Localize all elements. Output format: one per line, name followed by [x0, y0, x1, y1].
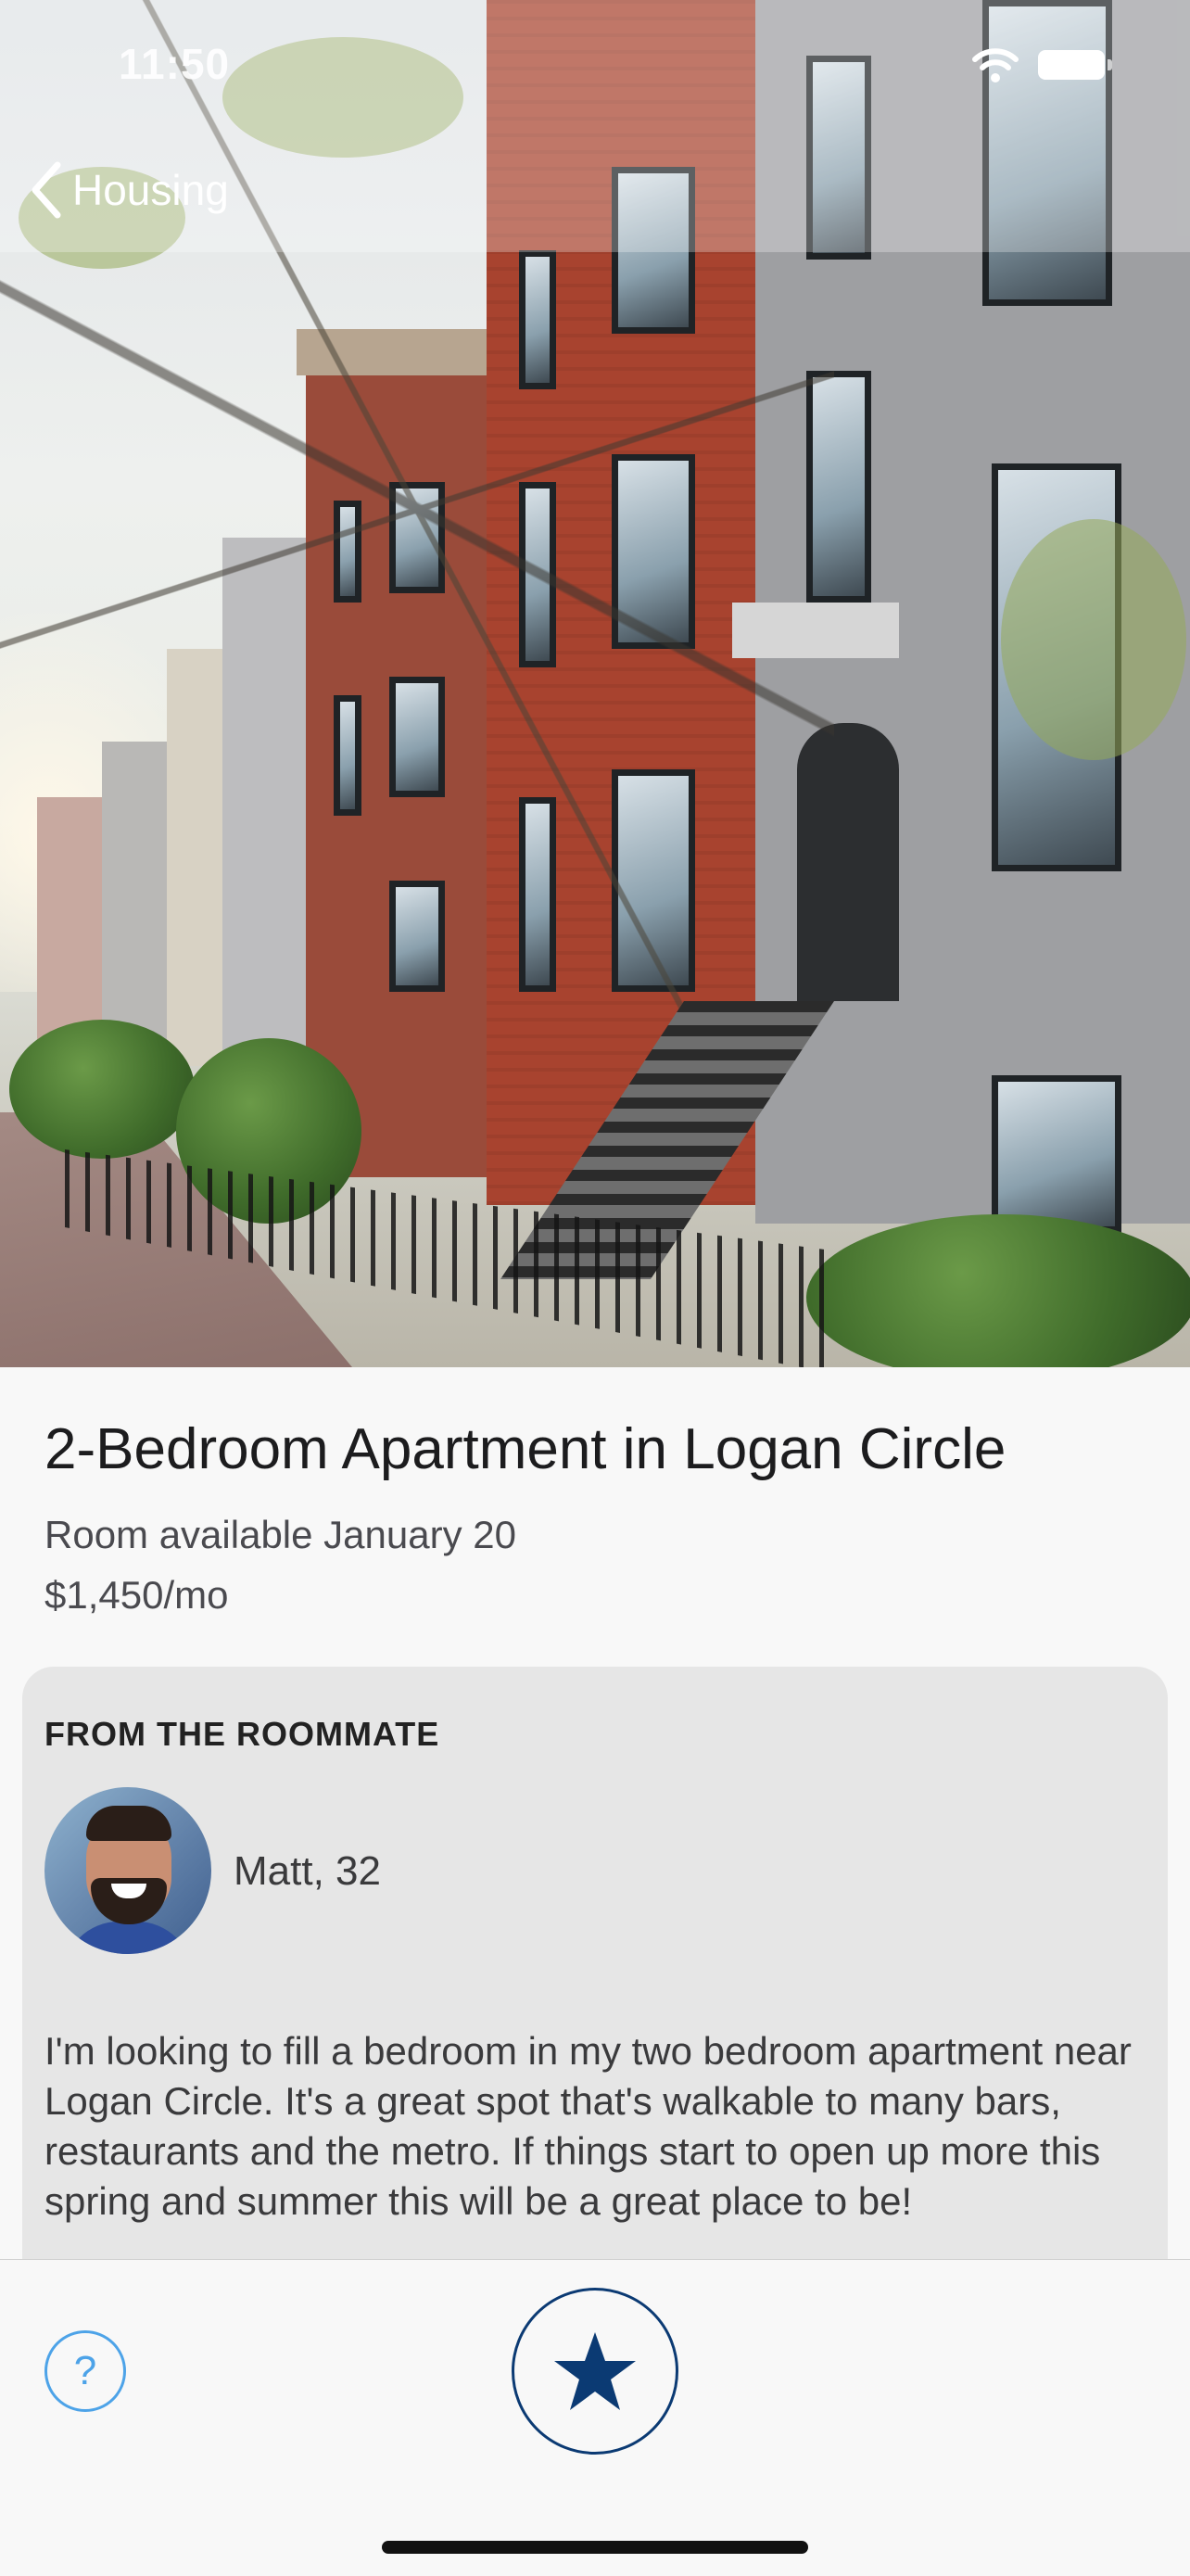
window: [992, 1075, 1121, 1233]
shrub: [9, 1020, 195, 1159]
listing-price: $1,450/mo: [44, 1573, 229, 1617]
shrub: [806, 1214, 1190, 1367]
back-button[interactable]: Housing: [26, 158, 229, 222]
home-indicator[interactable]: [382, 2541, 808, 2554]
avatar-shirt: [63, 1922, 193, 1954]
help-button[interactable]: ?: [44, 2330, 126, 2412]
roommate-description: I'm looking to fill a bedroom in my two …: [44, 2029, 1132, 2223]
bottom-toolbar: ?: [0, 2259, 1190, 2576]
tree-leaves: [1001, 519, 1186, 760]
listing-title: 2-Bedroom Apartment in Logan Circle: [44, 1417, 1006, 1481]
card-heading: FROM THE ROOMMATE: [44, 1715, 440, 1753]
back-label: Housing: [72, 166, 229, 214]
wifi-icon: [972, 48, 1019, 82]
star-icon: [554, 2332, 636, 2410]
status-time: 11:50: [119, 40, 231, 88]
avatar: [44, 1787, 211, 1954]
battery-icon: [1038, 50, 1112, 80]
avatar-hair: [86, 1806, 171, 1841]
roommate-name: Matt, 32: [234, 1848, 381, 1894]
roommate-card: FROM THE ROOMMATE Matt, 32 I'm looking t…: [22, 1667, 1168, 2316]
listing-availability: Room available January 20: [44, 1513, 516, 1556]
chevron-left-icon: [32, 161, 61, 219]
favorite-button[interactable]: [512, 2288, 678, 2455]
